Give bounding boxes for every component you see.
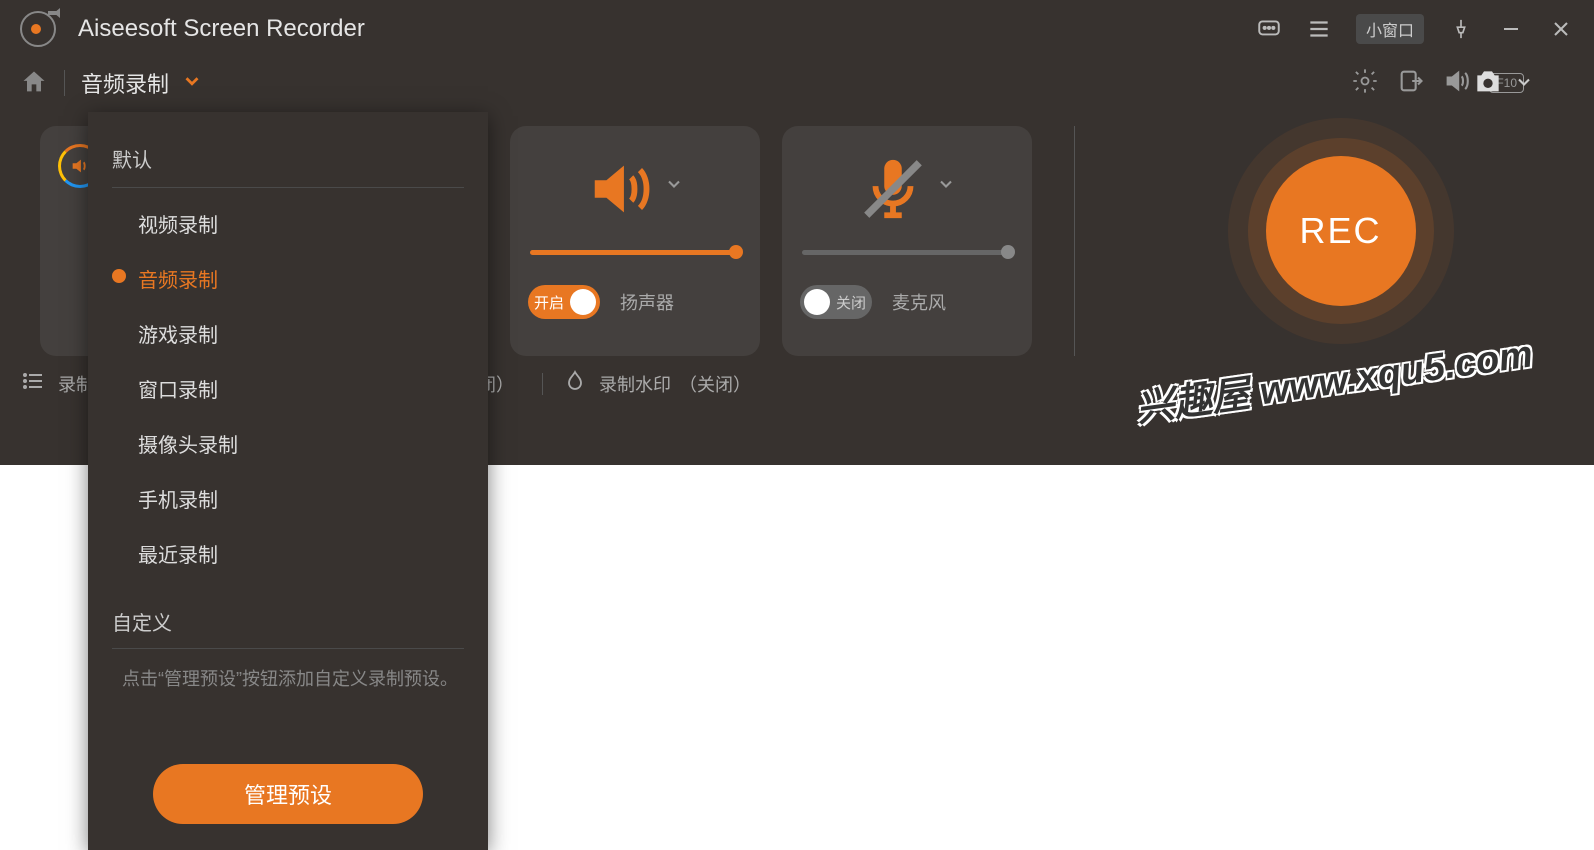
list-icon[interactable] [22,369,46,398]
record-button-label: REC [1299,210,1381,252]
speaker-volume-slider[interactable] [530,250,740,255]
feedback-icon[interactable] [1256,16,1282,42]
mode-dropdown-menu: 默认 视频录制音频录制游戏录制窗口录制摄像头录制手机录制最近录制 自定义 点击“… [88,112,488,850]
microphone-options-toggle[interactable] [936,174,956,199]
microphone-muted-icon [858,154,922,218]
pin-icon[interactable] [1448,16,1474,42]
screenshot-icon[interactable] [1472,66,1504,103]
titlebar: Aiseesoft Screen Recorder 小窗口 [0,0,1594,58]
volume-icon[interactable] [1443,67,1471,100]
dropdown-item[interactable]: 音频录制 [88,251,488,306]
home-icon[interactable] [20,68,50,98]
divider [112,187,464,188]
statusbar-watermark-label[interactable]: 录制水印 [599,371,671,397]
watermark-icon[interactable] [563,369,587,398]
screenshot-options-toggle[interactable] [1514,72,1534,97]
divider [1074,126,1075,356]
recording-mode-label: 音频录制 [81,67,169,99]
speaker-panel: 开启 扬声器 [510,126,760,356]
microphone-toggle[interactable]: 关闭 [800,285,872,319]
settings-icon[interactable] [1351,67,1379,100]
close-icon[interactable] [1548,16,1574,42]
menu-icon[interactable] [1306,16,1332,42]
manage-presets-button[interactable]: 管理预设 [153,764,423,824]
export-icon[interactable] [1397,67,1425,100]
app-frame: Aiseesoft Screen Recorder 小窗口 音频录 [0,0,1594,465]
microphone-volume-slider[interactable] [802,250,1012,255]
speaker-toggle[interactable]: 开启 [528,285,600,319]
speaker-label: 扬声器 [620,289,674,315]
divider [112,648,464,649]
dropdown-item[interactable]: 手机录制 [88,471,488,526]
dropdown-custom-hint: 点击“管理预设”按钮添加自定义录制预设。 [88,657,488,714]
dropdown-item[interactable]: 最近录制 [88,526,488,581]
microphone-label: 麦克风 [892,289,946,315]
mode-dropdown-toggle[interactable] [181,70,203,97]
app-logo-icon [20,11,56,47]
dropdown-item[interactable]: 窗口录制 [88,361,488,416]
statusbar-watermark-state: （关闭） [679,371,751,397]
dropdown-section-custom: 自定义 [88,581,488,648]
minimize-icon[interactable] [1498,16,1524,42]
record-area: REC [1117,126,1564,306]
toggle-state-label: 开启 [534,292,564,313]
microphone-panel: 关闭 麦克风 [782,126,1032,356]
record-button[interactable]: REC [1266,156,1416,306]
dropdown-item[interactable]: 摄像头录制 [88,416,488,471]
subheader: 音频录制 F10 [0,58,1594,108]
toggle-state-label: 关闭 [836,292,866,313]
titlebar-controls: 小窗口 [1256,14,1574,44]
app-title: Aiseesoft Screen Recorder [78,15,1256,43]
speaker-options-toggle[interactable] [664,174,684,199]
dropdown-section-default: 默认 [88,134,488,187]
divider [64,70,65,96]
divider [542,373,543,395]
dropdown-item[interactable]: 游戏录制 [88,306,488,361]
mini-window-button[interactable]: 小窗口 [1356,14,1424,44]
speaker-icon [586,154,650,218]
dropdown-item[interactable]: 视频录制 [88,196,488,251]
